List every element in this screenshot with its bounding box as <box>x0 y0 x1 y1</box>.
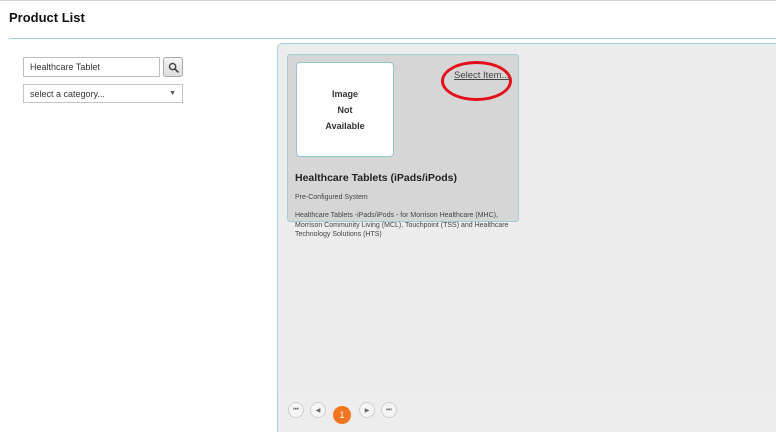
select-item-link[interactable]: Select Item... <box>454 70 509 81</box>
product-image-placeholder: Image Not Available <box>296 62 394 157</box>
product-title: Healthcare Tablets (iPads/iPods) <box>295 172 458 184</box>
search-icon <box>168 62 179 73</box>
top-divider <box>0 0 776 1</box>
search-button[interactable] <box>163 57 183 77</box>
last-page-icon: ⏭ <box>386 406 392 413</box>
product-description: Healthcare Tablets -iPads/iPods - for Mo… <box>295 212 509 238</box>
image-text-line-2: Not <box>337 104 353 115</box>
dropdown-arrow-icon: ▼ <box>169 90 176 97</box>
category-select-value: select a category... <box>30 88 105 99</box>
image-text-line-1: Image <box>331 88 358 99</box>
prev-page-button[interactable]: ◀ <box>310 402 326 418</box>
first-page-button[interactable]: ⏮ <box>288 402 304 418</box>
current-page-button[interactable]: 1 <box>333 406 351 424</box>
first-page-icon: ⏮ <box>293 406 299 413</box>
search-input[interactable] <box>23 57 160 77</box>
image-text-line-3: Available <box>325 120 365 131</box>
pager-bar <box>278 395 776 432</box>
highlight-annotation <box>441 61 512 101</box>
last-page-button[interactable]: ⏭ <box>381 402 397 418</box>
page-title: Product List <box>9 10 85 25</box>
next-page-button[interactable]: ▶ <box>359 402 375 418</box>
next-page-icon: ▶ <box>364 407 370 414</box>
category-select[interactable]: select a category... ▼ <box>23 84 183 103</box>
product-subtitle: Pre-Configured System <box>295 194 368 201</box>
header-divider <box>9 38 776 39</box>
prev-page-icon: ◀ <box>315 407 321 414</box>
